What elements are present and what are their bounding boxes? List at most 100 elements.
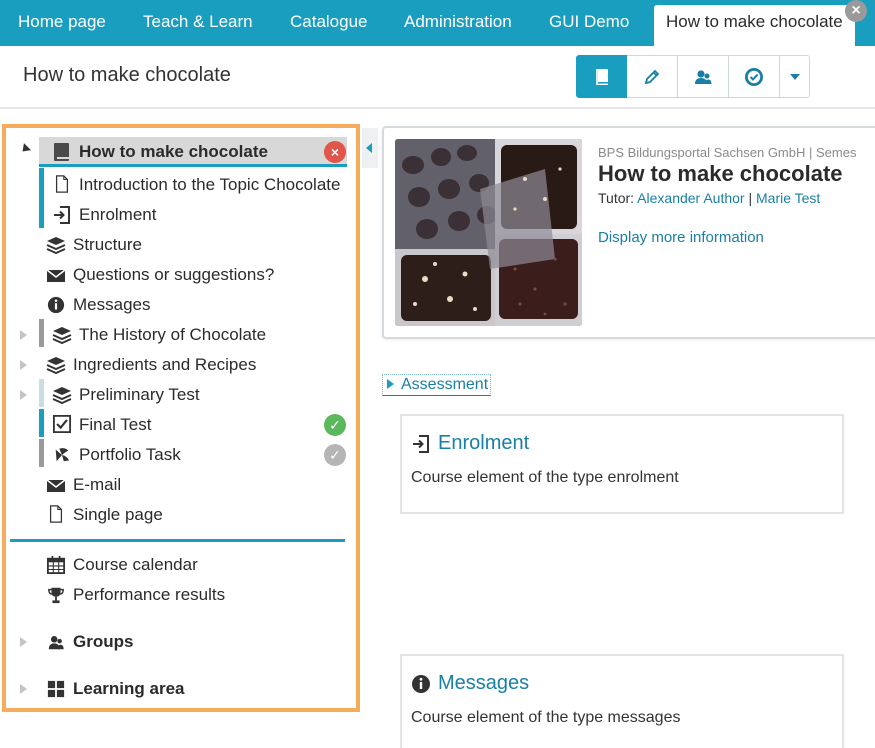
portfolio-icon: [55, 448, 70, 462]
menu-item-label: Learning area: [73, 679, 185, 698]
menu-item-ingredients[interactable]: Ingredients and Recipes: [6, 351, 346, 379]
sidebar-divider: [10, 539, 345, 542]
menu-item-single-page[interactable]: Single page: [6, 501, 346, 529]
page-title: How to make chocolate: [23, 64, 231, 86]
tutor-label: Tutor:: [598, 190, 635, 206]
chocolate-image: [395, 139, 582, 326]
menu-item-label: Course calendar: [73, 555, 198, 574]
course-info-card: BPS Bildungsportal Sachsen GmbH | Semes …: [382, 126, 875, 339]
close-tab-icon[interactable]: ×: [845, 0, 867, 22]
course-members-button[interactable]: [678, 55, 729, 98]
nav-tab-administration[interactable]: Administration: [404, 0, 512, 46]
done-status-icon: ✓: [324, 444, 346, 466]
menu-item-enrolment[interactable]: Enrolment: [6, 201, 346, 229]
section-groups[interactable]: Groups: [6, 628, 346, 656]
mail-icon: [46, 269, 66, 282]
element-description: Course element of the type messages: [411, 709, 681, 726]
menu-item-structure[interactable]: Structure: [6, 231, 346, 259]
tool-course-calendar[interactable]: Course calendar: [6, 551, 346, 579]
tutor-separator: |: [748, 190, 753, 206]
menu-item-preliminary-test[interactable]: Preliminary Test: [6, 381, 346, 409]
section-learning-area[interactable]: Learning area: [6, 675, 346, 703]
layers-icon: [46, 357, 66, 374]
menu-item-label: Introduction to the Topic Chocolate: [79, 175, 341, 194]
layers-icon: [46, 237, 66, 254]
trophy-icon: [48, 587, 64, 604]
tutor-link[interactable]: Alexander Author: [637, 190, 744, 206]
layers-icon: [52, 387, 72, 404]
members-icon: [695, 69, 712, 84]
expand-arrow-icon[interactable]: [20, 330, 27, 340]
element-description: Course element of the type enrolment: [411, 469, 679, 486]
assessment-label: Assessment: [401, 376, 489, 393]
element-title[interactable]: Messages: [411, 672, 529, 695]
menu-item-label: Questions or suggestions?: [73, 265, 275, 284]
chevron-down-icon: [789, 73, 800, 80]
course-element-messages: Messages Course element of the type mess…: [400, 654, 844, 748]
nav-tab-gui-demo[interactable]: GUI Demo: [549, 0, 629, 46]
menu-item-history[interactable]: The History of Chocolate: [6, 321, 346, 349]
element-title[interactable]: Enrolment: [411, 432, 529, 455]
course-assessment-button[interactable]: [729, 55, 780, 98]
course-toolbar: [576, 55, 810, 98]
expand-arrow-icon[interactable]: [20, 360, 27, 370]
sidebar-collapse-toggle[interactable]: [362, 128, 378, 168]
tool-performance-results[interactable]: Performance results: [6, 581, 346, 609]
nav-tab-teach-learn[interactable]: Teach & Learn: [143, 0, 253, 46]
assessment-toggle[interactable]: Assessment: [382, 374, 492, 396]
pencil-icon: [644, 69, 660, 84]
nav-tab-catalogue[interactable]: Catalogue: [290, 0, 368, 46]
menu-item-label: Enrolment: [79, 205, 157, 224]
menu-item-email[interactable]: E-mail: [6, 471, 346, 499]
mail-icon: [46, 479, 66, 492]
layers-icon: [52, 327, 72, 344]
checkbox-icon: [53, 415, 71, 433]
book-icon: [54, 143, 69, 161]
menu-item-portfolio-task[interactable]: Portfolio Task ✓: [6, 441, 346, 469]
menu-item-label: E-mail: [73, 475, 122, 494]
tutor-link[interactable]: Marie Test: [756, 190, 820, 206]
menu-item-label: How to make chocolate: [79, 142, 268, 161]
display-more-info-link[interactable]: Display more information: [598, 229, 764, 246]
expand-arrow-icon[interactable]: [20, 637, 27, 647]
chevron-left-icon: [366, 143, 372, 153]
menu-item-label: Portfolio Task: [79, 445, 181, 464]
expand-arrow-icon[interactable]: [18, 143, 32, 156]
menu-item-label: Final Test: [79, 415, 152, 434]
menu-item-label: Ingredients and Recipes: [73, 355, 257, 374]
course-view-button[interactable]: [576, 55, 627, 98]
nav-tab-home[interactable]: Home page: [18, 0, 106, 46]
info-icon: [47, 296, 65, 314]
calendar-icon: [47, 556, 65, 574]
nav-tab-course-active[interactable]: How to make chocolate: [654, 5, 855, 46]
info-icon: [412, 674, 430, 693]
course-menu-sidebar: How to make chocolate × Introduction to …: [2, 124, 360, 712]
enrolment-icon: [54, 206, 70, 224]
groups-icon: [48, 636, 64, 650]
error-status-icon: ×: [324, 141, 346, 163]
course-teaser-image: [395, 139, 582, 326]
toolbar-more-button[interactable]: [779, 55, 810, 98]
top-navigation: Home page Teach & Learn Catalogue Admini…: [0, 0, 875, 46]
menu-item-label: Messages: [73, 295, 151, 314]
menu-item-messages[interactable]: Messages: [6, 291, 346, 319]
menu-item-questions[interactable]: Questions or suggestions?: [6, 261, 346, 289]
course-edit-button[interactable]: [627, 55, 678, 98]
course-tutors: Tutor: Alexander Author | Marie Test: [598, 190, 820, 206]
expand-arrow-icon[interactable]: [20, 390, 27, 400]
menu-item-final-test[interactable]: Final Test ✓: [6, 411, 346, 439]
element-title-text[interactable]: Messages: [438, 672, 529, 695]
menu-item-label: Performance results: [73, 585, 226, 604]
header-divider: [0, 107, 875, 109]
menu-item-introduction[interactable]: Introduction to the Topic Chocolate: [6, 171, 346, 199]
enrolment-icon: [413, 434, 429, 453]
expand-arrow-icon[interactable]: [20, 684, 27, 694]
menu-item-label: The History of Chocolate: [79, 325, 267, 344]
menu-item-course-root[interactable]: How to make chocolate ×: [6, 138, 346, 166]
page-icon: [49, 505, 63, 523]
page-icon: [55, 175, 69, 193]
course-title: How to make chocolate: [598, 161, 843, 186]
menu-item-label: Preliminary Test: [79, 385, 200, 404]
badge-icon: [745, 67, 763, 86]
element-title-text[interactable]: Enrolment: [438, 432, 529, 455]
